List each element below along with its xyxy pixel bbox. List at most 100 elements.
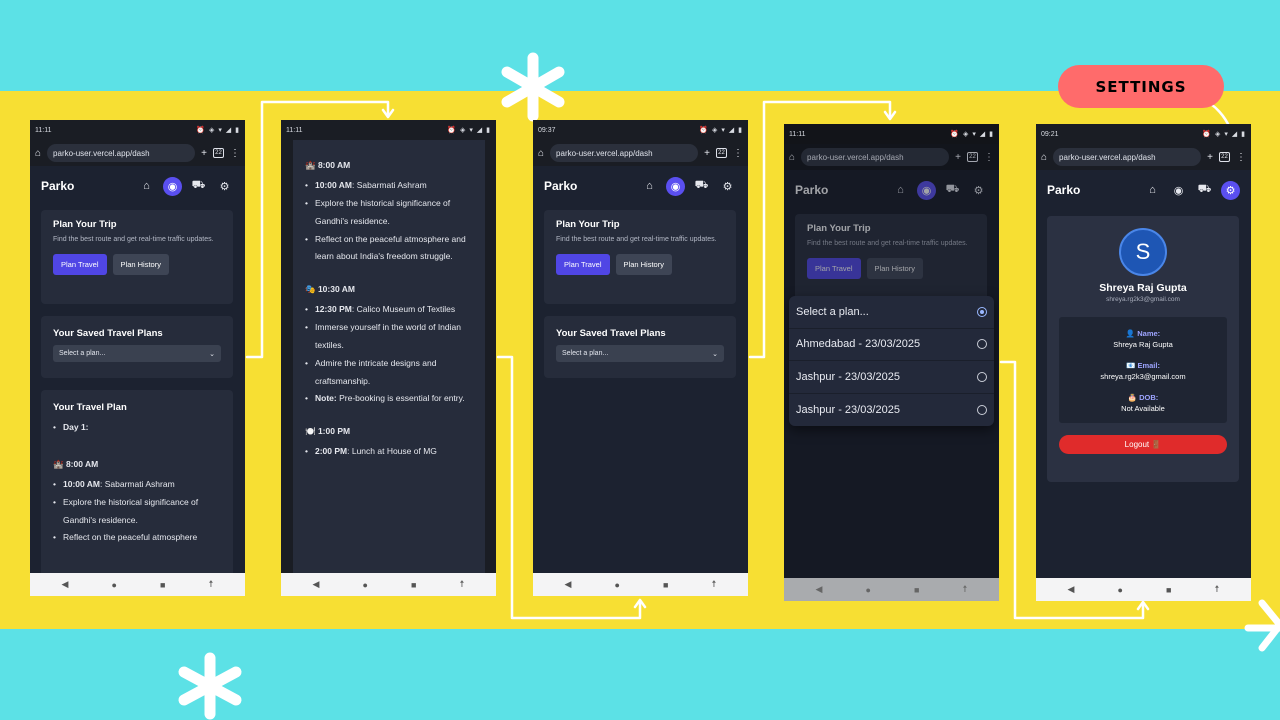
url-field[interactable]: parko-user.vercel.app/dash xyxy=(47,144,196,162)
home-button-icon[interactable]: ● xyxy=(615,580,620,590)
location-nav-icon[interactable]: ◉ xyxy=(666,176,685,196)
accessibility-icon[interactable]: ☨ xyxy=(460,579,465,590)
status-icons: ⏰ ◈ ▾ ◢ ▮ xyxy=(1202,131,1246,138)
option-label: Select a plan... xyxy=(796,305,869,318)
recents-icon[interactable]: ■ xyxy=(411,580,416,590)
name-value: Shreya Raj Gupta xyxy=(1113,340,1173,349)
home-icon[interactable]: ⌂ xyxy=(1041,152,1047,163)
car-nav-icon[interactable]: ⛟ xyxy=(943,181,962,200)
home-button-icon[interactable]: ● xyxy=(1118,585,1123,595)
home-icon[interactable]: ⌂ xyxy=(35,148,41,159)
back-icon[interactable]: ◀ xyxy=(313,579,320,590)
url-text: parko-user.vercel.app/dash xyxy=(556,148,653,158)
plan-history-button[interactable]: Plan History xyxy=(615,253,672,275)
dropdown-option[interactable]: Jashpur - 23/03/2025 xyxy=(789,394,994,427)
plan-travel-button[interactable]: Plan Travel xyxy=(807,257,861,279)
status-bar: 09:37 ⏰ ◈ ▾ ◢ ▮ xyxy=(533,120,748,140)
dob-label: 🎂 DOB: xyxy=(1127,393,1159,402)
chevron-down-icon: ⌄ xyxy=(209,350,215,358)
new-tab-icon[interactable]: + xyxy=(955,152,961,163)
home-nav-icon[interactable]: ⌂ xyxy=(640,177,659,196)
plan-travel-button[interactable]: Plan Travel xyxy=(556,253,610,275)
menu-icon[interactable]: ⋮ xyxy=(984,152,994,163)
url-text: parko-user.vercel.app/dash xyxy=(807,152,904,162)
android-nav-bar: ◀ ● ■ ☨ xyxy=(533,573,748,596)
home-nav-icon[interactable]: ⌂ xyxy=(1143,181,1162,200)
home-button-icon[interactable]: ● xyxy=(112,580,117,590)
phone-dashboard-empty: 09:37 ⏰ ◈ ▾ ◢ ▮ ⌂ parko-user.vercel.app/… xyxy=(533,120,748,596)
car-nav-icon[interactable]: ⛟ xyxy=(189,177,208,196)
back-icon[interactable]: ◀ xyxy=(565,579,572,590)
car-nav-icon[interactable]: ⛟ xyxy=(1195,181,1214,200)
phone-select-dropdown: 11:11 ⏰ ◈ ▾ ◢ ▮ ⌂ parko-user.vercel.app/… xyxy=(784,124,999,601)
dropdown-option[interactable]: Jashpur - 23/03/2025 xyxy=(789,361,994,394)
recents-icon[interactable]: ■ xyxy=(663,580,668,590)
brand-logo: Parko xyxy=(544,179,578,193)
home-nav-icon[interactable]: ⌂ xyxy=(891,181,910,200)
tab-count[interactable]: 22 xyxy=(967,152,978,162)
url-text: parko-user.vercel.app/dash xyxy=(1059,152,1156,162)
travel-plan-title: Your Travel Plan xyxy=(53,402,127,413)
menu-icon[interactable]: ⋮ xyxy=(1236,152,1246,163)
tab-count[interactable]: 22 xyxy=(1219,152,1230,162)
card-description: Find the best route and get real-time tr… xyxy=(807,240,968,247)
menu-icon[interactable]: ⋮ xyxy=(230,148,240,159)
back-icon[interactable]: ◀ xyxy=(1068,584,1075,595)
recents-icon[interactable]: ■ xyxy=(914,585,919,595)
card-title: Plan Your Trip xyxy=(556,219,620,230)
plan-history-button[interactable]: Plan History xyxy=(866,257,923,279)
list-item: Immerse yourself in the world of Indian … xyxy=(305,319,473,355)
email-label: 📧 Email: xyxy=(1126,361,1160,370)
phone-dashboard: 11:11 ⏰ ◈ ▾ ◢ ▮ ⌂ parko-user.vercel.app/… xyxy=(30,120,245,596)
gear-icon[interactable]: ⚙ xyxy=(718,177,737,196)
home-icon[interactable]: ⌂ xyxy=(538,148,544,159)
accessibility-icon[interactable]: ☨ xyxy=(209,579,214,590)
top-nav: ⌂ ◉ ⛟ ⚙ xyxy=(1143,180,1240,200)
app-header: Parko ⌂ ◉ ⛟ ⚙ xyxy=(533,166,748,206)
plan-trip-card: Plan Your Trip Find the best route and g… xyxy=(544,210,736,304)
new-tab-icon[interactable]: + xyxy=(1207,152,1213,163)
plan-select[interactable]: Select a plan... ⌄ xyxy=(556,345,724,362)
location-nav-icon[interactable]: ◉ xyxy=(163,176,182,196)
gear-icon[interactable]: ⚙ xyxy=(1221,180,1240,200)
url-field[interactable]: parko-user.vercel.app/dash xyxy=(801,148,950,166)
accessibility-icon[interactable]: ☨ xyxy=(1215,584,1220,595)
url-field[interactable]: parko-user.vercel.app/dash xyxy=(550,144,699,162)
status-icons: ⏰ ◈ ▾ ◢ ▮ xyxy=(447,127,491,134)
plan-history-button[interactable]: Plan History xyxy=(112,253,169,275)
dropdown-option[interactable]: Select a plan... xyxy=(789,296,994,329)
brand-logo: Parko xyxy=(1047,183,1081,197)
phone-travel-plan: 11:11 ⏰ ◈ ▾ ◢ ▮ 🏰 8:00 AM 10:00 AM: Saba… xyxy=(281,120,496,596)
recents-icon[interactable]: ■ xyxy=(1166,585,1171,595)
logout-button[interactable]: Logout 🚪 xyxy=(1059,435,1227,454)
home-button-icon[interactable]: ● xyxy=(363,580,368,590)
app-header: Parko ⌂ ◉ ⛟ ⚙ xyxy=(1036,170,1251,210)
gear-icon[interactable]: ⚙ xyxy=(215,177,234,196)
recents-icon[interactable]: ■ xyxy=(160,580,165,590)
car-nav-icon[interactable]: ⛟ xyxy=(692,177,711,196)
new-tab-icon[interactable]: + xyxy=(704,148,710,159)
new-tab-icon[interactable]: + xyxy=(201,148,207,159)
tab-count[interactable]: 22 xyxy=(213,148,224,158)
tab-count[interactable]: 22 xyxy=(716,148,727,158)
home-icon[interactable]: ⌂ xyxy=(789,152,795,163)
android-nav-bar: ◀ ● ■ ☨ xyxy=(784,578,999,601)
accessibility-icon[interactable]: ☨ xyxy=(963,584,968,595)
home-button-icon[interactable]: ● xyxy=(866,585,871,595)
accessibility-icon[interactable]: ☨ xyxy=(712,579,717,590)
back-icon[interactable]: ◀ xyxy=(816,584,823,595)
gear-icon[interactable]: ⚙ xyxy=(969,181,988,200)
browser-bar: ⌂ parko-user.vercel.app/dash + 22 ⋮ xyxy=(784,144,999,170)
location-nav-icon[interactable]: ◉ xyxy=(917,180,936,200)
dropdown-option[interactable]: Ahmedabad - 23/03/2025 xyxy=(789,329,994,361)
time-heading: 🏰 8:00 AM xyxy=(53,458,99,469)
location-nav-icon[interactable]: ◉ xyxy=(1169,181,1188,200)
menu-icon[interactable]: ⋮ xyxy=(733,148,743,159)
travel-plan-scroll[interactable]: 🏰 8:00 AM 10:00 AM: Sabarmati Ashram Exp… xyxy=(293,140,485,573)
url-field[interactable]: parko-user.vercel.app/dash xyxy=(1053,148,1202,166)
plan-select-dropdown[interactable]: Select a plan... Ahmedabad - 23/03/2025 … xyxy=(789,296,994,426)
plan-select[interactable]: Select a plan... ⌄ xyxy=(53,345,221,362)
plan-travel-button[interactable]: Plan Travel xyxy=(53,253,107,275)
home-nav-icon[interactable]: ⌂ xyxy=(137,177,156,196)
back-icon[interactable]: ◀ xyxy=(62,579,69,590)
